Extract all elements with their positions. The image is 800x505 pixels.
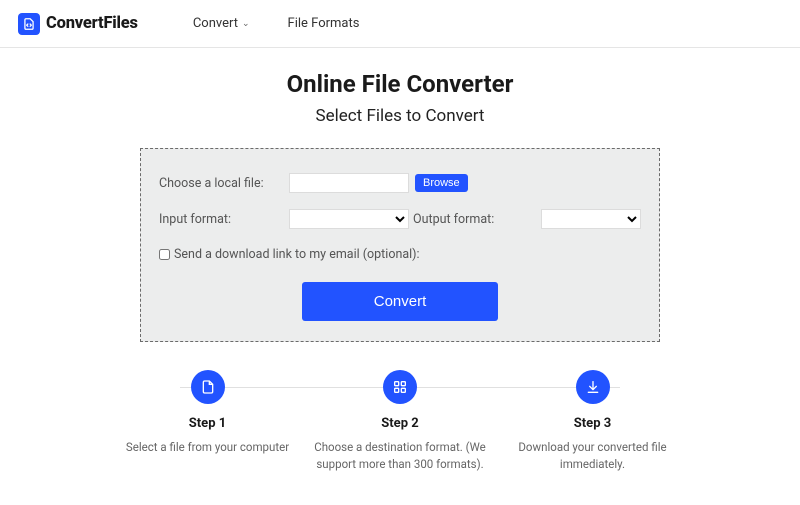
brand-logo-icon bbox=[18, 13, 40, 35]
step-1-title: Step 1 bbox=[120, 416, 295, 431]
step-1: Step 1 Select a file from your computer bbox=[120, 370, 295, 472]
brand-logo[interactable]: ConvertFiles bbox=[18, 13, 138, 35]
download-icon bbox=[576, 370, 610, 404]
convert-button[interactable]: Convert bbox=[302, 282, 499, 321]
input-format-label: Input format: bbox=[159, 212, 289, 227]
browse-button[interactable]: Browse bbox=[415, 174, 468, 192]
output-format-label: Output format: bbox=[413, 212, 494, 227]
page-title: Online File Converter bbox=[0, 70, 800, 98]
brand-name: ConvertFiles bbox=[46, 14, 138, 33]
step-3-title: Step 3 bbox=[505, 416, 680, 431]
email-label: Send a download link to my email (option… bbox=[174, 247, 420, 262]
step-3-desc: Download your converted file immediately… bbox=[505, 439, 680, 472]
nav-file-formats[interactable]: File Formats bbox=[288, 16, 360, 31]
choose-file-label: Choose a local file: bbox=[159, 176, 289, 191]
step-3: Step 3 Download your converted file imme… bbox=[505, 370, 680, 472]
email-row: Send a download link to my email (option… bbox=[159, 247, 641, 262]
output-format-select[interactable] bbox=[541, 209, 641, 229]
nav-convert-label: Convert bbox=[193, 16, 238, 31]
chevron-down-icon: ⌄ bbox=[242, 19, 250, 29]
choose-file-row: Choose a local file: Browse bbox=[159, 173, 641, 193]
header: ConvertFiles Convert ⌄ File Formats bbox=[0, 0, 800, 48]
step-2: Step 2 Choose a destination format. (We … bbox=[313, 370, 488, 472]
step-2-title: Step 2 bbox=[313, 416, 488, 431]
step-1-desc: Select a file from your computer bbox=[120, 439, 295, 456]
convert-form: Choose a local file: Browse Input format… bbox=[140, 148, 660, 342]
grid-icon bbox=[383, 370, 417, 404]
format-row: Input format: Output format: bbox=[159, 209, 641, 229]
nav-file-formats-label: File Formats bbox=[288, 16, 360, 31]
main-nav: Convert ⌄ File Formats bbox=[193, 16, 360, 31]
hero: Online File Converter Select Files to Co… bbox=[0, 70, 800, 126]
local-file-input[interactable] bbox=[289, 173, 409, 193]
nav-convert[interactable]: Convert ⌄ bbox=[193, 16, 250, 31]
email-checkbox[interactable] bbox=[159, 249, 170, 260]
input-format-select[interactable] bbox=[289, 209, 409, 229]
steps: Step 1 Select a file from your computer … bbox=[120, 370, 680, 472]
page-subtitle: Select Files to Convert bbox=[0, 106, 800, 126]
file-icon bbox=[191, 370, 225, 404]
step-2-desc: Choose a destination format. (We support… bbox=[313, 439, 488, 472]
